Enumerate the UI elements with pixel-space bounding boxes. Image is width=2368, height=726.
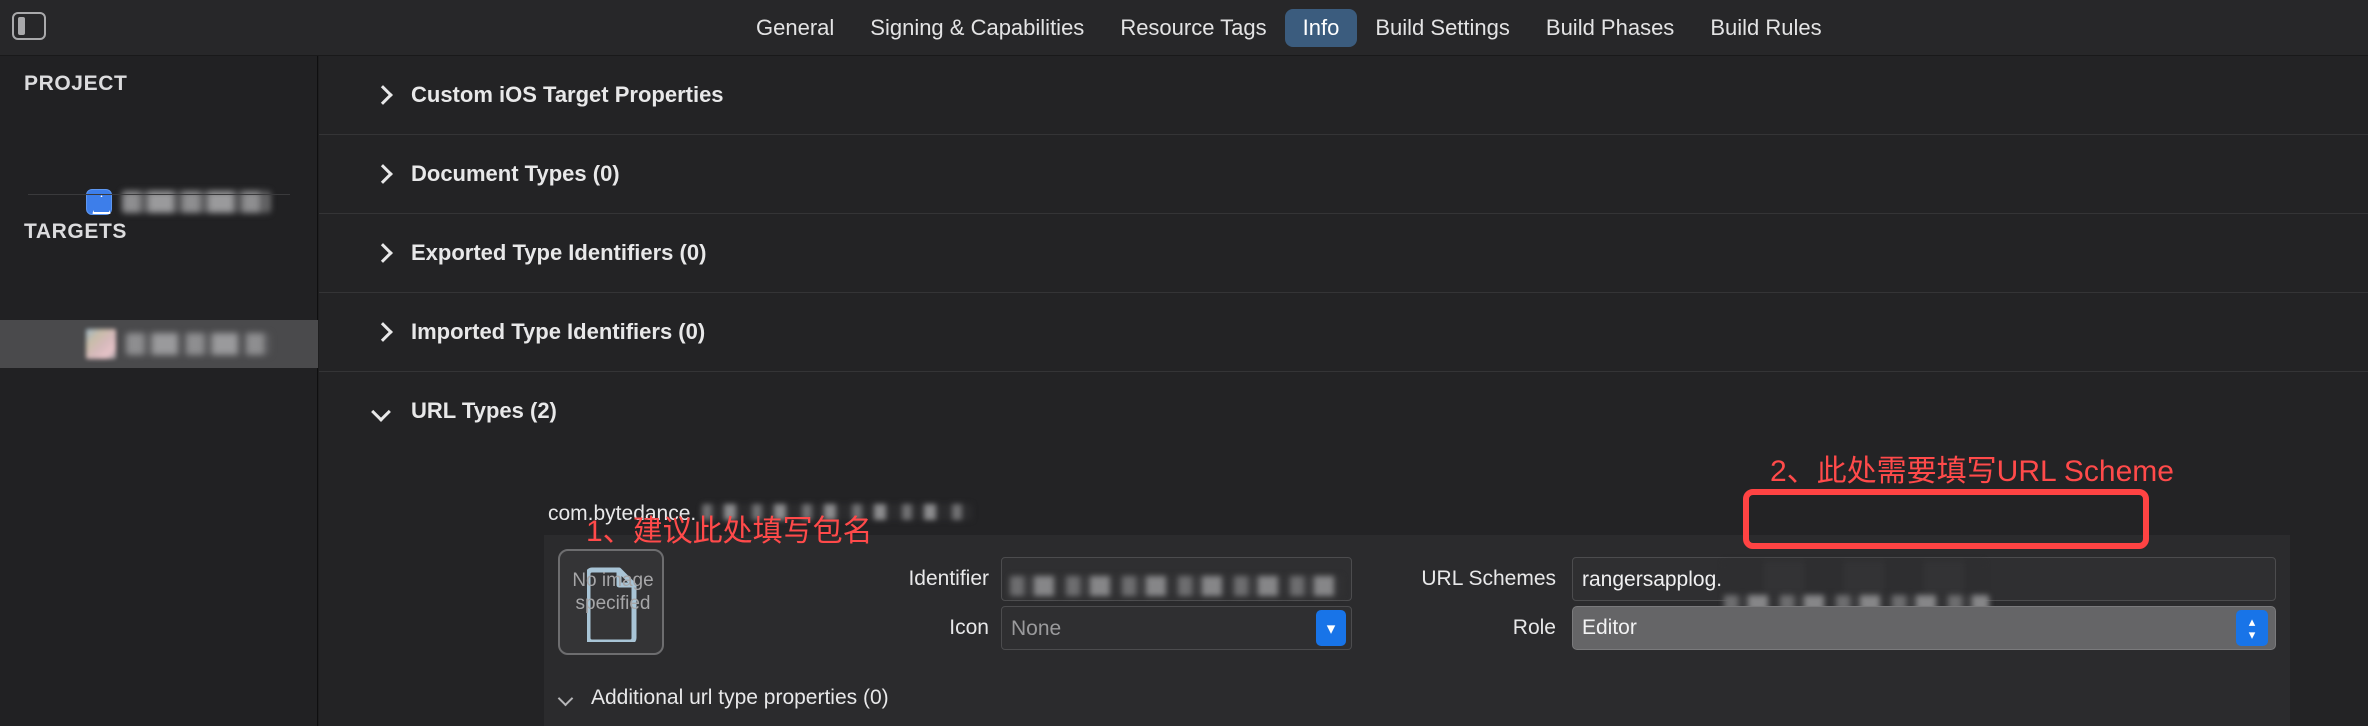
role-label: Role <box>1512 616 1556 639</box>
icon-placeholder: None <box>1011 617 1062 640</box>
role-value: Editor <box>1582 616 1637 639</box>
section-label: Document Types (0) <box>411 161 620 186</box>
chevron-down-icon: ▾ <box>2248 627 2256 642</box>
appstore-icon <box>86 189 112 215</box>
tab-signing-capabilities[interactable]: Signing & Capabilities <box>852 9 1102 47</box>
identifier-value-redacted <box>1010 576 1342 596</box>
editor-tabs: General Signing & Capabilities Resource … <box>738 0 1840 56</box>
url-type-icon-well[interactable]: No image specified <box>558 549 664 655</box>
chevron-right-icon <box>372 244 390 262</box>
section-url-types[interactable]: URL Types (2) <box>319 372 2368 450</box>
tab-resource-tags[interactable]: Resource Tags <box>1102 9 1284 47</box>
tab-info[interactable]: Info <box>1284 9 1358 47</box>
sidebar-targets-header: TARGETS <box>24 220 127 243</box>
info-pane: Custom iOS Target Properties Document Ty… <box>319 56 2368 726</box>
chevron-right-icon <box>372 86 390 104</box>
tab-build-phases[interactable]: Build Phases <box>1528 9 1692 47</box>
section-imported-type-identifiers[interactable]: Imported Type Identifiers (0) <box>319 293 2368 371</box>
editor-tab-bar: General Signing & Capabilities Resource … <box>0 0 2368 56</box>
app-target-icon <box>86 329 116 359</box>
xcode-project-editor-window: General Signing & Capabilities Resource … <box>0 0 2368 726</box>
sidebar-project-header: PROJECT <box>24 72 128 95</box>
annotation-1-text: 1、建议此处填写包名 <box>586 515 873 548</box>
additional-url-type-properties-label: Additional url type properties (0) <box>591 686 889 709</box>
sidebar-toggle-icon[interactable] <box>12 12 46 40</box>
role-stepper-button[interactable]: ▴ ▾ <box>2236 610 2268 646</box>
sidebar-target-name-redacted <box>126 333 270 355</box>
identifier-label: Identifier <box>908 567 989 590</box>
no-image-specified-label: No image specified <box>572 570 654 614</box>
chevron-right-icon <box>372 323 390 341</box>
icon-select[interactable]: None <box>1001 606 1352 650</box>
sidebar-item-target[interactable] <box>0 320 318 368</box>
section-label: URL Types (2) <box>411 398 557 423</box>
section-label: Custom iOS Target Properties <box>411 82 724 107</box>
url-type-detail-card: No image specified Identifier Icon None … <box>544 535 2290 726</box>
url-schemes-label: URL Schemes <box>1421 567 1556 590</box>
section-exported-type-identifiers[interactable]: Exported Type Identifiers (0) <box>319 214 2368 292</box>
url-schemes-value: rangersapplog. <box>1582 568 1723 591</box>
tab-general[interactable]: General <box>738 9 852 47</box>
project-navigator-sidebar: PROJECT TARGETS <box>0 56 318 726</box>
role-select[interactable]: Editor <box>1572 606 2276 650</box>
url-schemes-value-redacted-1 <box>1724 561 1984 595</box>
tab-build-settings[interactable]: Build Settings <box>1357 9 1528 47</box>
icon-label: Icon <box>949 616 989 639</box>
annotation-highlight-box-url-schemes <box>1743 489 2149 549</box>
sidebar-item-project[interactable] <box>0 178 318 226</box>
annotation-2-text: 2、此处需要填写URL Scheme <box>1770 455 2174 488</box>
section-document-types[interactable]: Document Types (0) <box>319 135 2368 213</box>
section-label: Imported Type Identifiers (0) <box>411 319 706 344</box>
chevron-down-icon <box>372 402 390 420</box>
section-custom-ios-target-properties[interactable]: Custom iOS Target Properties <box>319 56 2368 134</box>
section-label: Exported Type Identifiers (0) <box>411 240 707 265</box>
tab-build-rules[interactable]: Build Rules <box>1692 9 1839 47</box>
chevron-right-icon <box>372 165 390 183</box>
sidebar-divider <box>28 194 290 195</box>
chevron-down-icon <box>558 690 574 706</box>
additional-url-type-properties-row[interactable]: Additional url type properties (0) <box>558 686 889 710</box>
